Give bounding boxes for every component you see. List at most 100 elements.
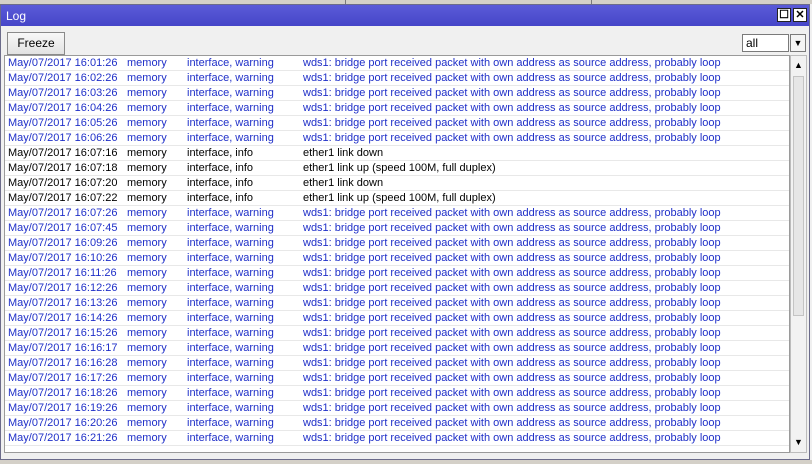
log-topics: interface, warning xyxy=(187,357,274,369)
log-row[interactable]: May/07/2017 16:07:16 memory interface, inf… xyxy=(5,146,789,161)
log-row[interactable]: May/07/2017 16:06:26 memory interface, war… xyxy=(5,131,789,146)
log-time: May/07/2017 16:15:26 xyxy=(8,327,118,339)
log-message: wds1: bridge port received packet with o… xyxy=(303,72,721,84)
close-icon[interactable]: ✕ xyxy=(793,8,807,22)
log-row[interactable]: May/07/2017 16:14:26 memory interface, war… xyxy=(5,311,789,326)
log-message: ether1 link down xyxy=(303,177,384,189)
log-row[interactable]: May/07/2017 16:04:26 memory interface, war… xyxy=(5,101,789,116)
log-time: May/07/2017 16:17:26 xyxy=(8,372,118,384)
log-topics: interface, warning xyxy=(187,72,274,84)
log-buffer: memory xyxy=(127,162,167,174)
log-time: May/07/2017 16:20:26 xyxy=(8,417,118,429)
log-buffer: memory xyxy=(127,252,167,264)
log-topics: interface, warning xyxy=(187,297,274,309)
log-time: May/07/2017 16:04:26 xyxy=(8,102,118,114)
log-row[interactable]: May/07/2017 16:07:20 memory interface, inf… xyxy=(5,176,789,191)
log-topics: interface, info xyxy=(187,177,254,189)
log-time: May/07/2017 16:02:26 xyxy=(8,72,118,84)
title-bar[interactable]: Log ☐ ✕ xyxy=(1,5,809,26)
filter-select[interactable]: all xyxy=(742,34,789,52)
log-message: wds1: bridge port received packet with o… xyxy=(303,387,721,399)
log-row[interactable]: May/07/2017 16:19:26 memory interface, war… xyxy=(5,401,789,416)
log-buffer: memory xyxy=(127,417,167,429)
background-window-strip-bottom xyxy=(0,460,812,464)
log-row[interactable]: May/07/2017 16:11:26 memory interface, war… xyxy=(5,266,789,281)
log-buffer: memory xyxy=(127,327,167,339)
log-list[interactable]: May/07/2017 16:01:26 memory interface, war… xyxy=(4,55,790,453)
log-time: May/07/2017 16:11:26 xyxy=(8,267,117,279)
log-buffer: memory xyxy=(127,57,167,69)
log-message: wds1: bridge port received packet with o… xyxy=(303,327,721,339)
log-time: May/07/2017 16:06:26 xyxy=(8,132,118,144)
scrollbar-thumb[interactable] xyxy=(793,76,804,316)
log-buffer: memory xyxy=(127,282,167,294)
log-time: May/07/2017 16:10:26 xyxy=(8,252,118,264)
log-message: ether1 link up (speed 100M, full duplex) xyxy=(303,162,496,174)
log-topics: interface, info xyxy=(187,147,254,159)
log-buffer: memory xyxy=(127,147,167,159)
log-topics: interface, warning xyxy=(187,252,274,264)
log-buffer: memory xyxy=(127,207,167,219)
log-row[interactable]: May/07/2017 16:01:26 memory interface, war… xyxy=(5,56,789,71)
log-message: wds1: bridge port received packet with o… xyxy=(303,282,721,294)
log-topics: interface, info xyxy=(187,192,254,204)
log-buffer: memory xyxy=(127,72,167,84)
log-row[interactable]: May/07/2017 16:21:26 memory interface, war… xyxy=(5,431,789,446)
log-topics: interface, warning xyxy=(187,402,274,414)
log-message: ether1 link up (speed 100M, full duplex) xyxy=(303,192,496,204)
log-row[interactable]: May/07/2017 16:12:26 memory interface, war… xyxy=(5,281,789,296)
maximize-icon[interactable]: ☐ xyxy=(777,8,791,22)
scroll-down-icon[interactable]: ▼ xyxy=(792,435,805,450)
log-message: wds1: bridge port received packet with o… xyxy=(303,222,721,234)
log-topics: interface, warning xyxy=(187,207,274,219)
log-row[interactable]: May/07/2017 16:07:45 memory interface, war… xyxy=(5,221,789,236)
freeze-button[interactable]: Freeze xyxy=(7,32,65,55)
log-row[interactable]: May/07/2017 16:05:26 memory interface, war… xyxy=(5,116,789,131)
log-message: wds1: bridge port received packet with o… xyxy=(303,57,721,69)
log-buffer: memory xyxy=(127,222,167,234)
log-topics: interface, info xyxy=(187,162,254,174)
log-message: wds1: bridge port received packet with o… xyxy=(303,267,721,279)
log-buffer: memory xyxy=(127,297,167,309)
log-time: May/07/2017 16:01:26 xyxy=(8,57,118,69)
log-time: May/07/2017 16:16:28 xyxy=(8,357,118,369)
log-row[interactable]: May/07/2017 16:20:26 memory interface, war… xyxy=(5,416,789,431)
log-row[interactable]: May/07/2017 16:17:26 memory interface, war… xyxy=(5,371,789,386)
log-buffer: memory xyxy=(127,237,167,249)
chevron-down-icon[interactable]: ▼ xyxy=(790,34,806,52)
log-message: wds1: bridge port received packet with o… xyxy=(303,372,721,384)
log-row[interactable]: May/07/2017 16:07:22 memory interface, inf… xyxy=(5,191,789,206)
log-row[interactable]: May/07/2017 16:02:26 memory interface, war… xyxy=(5,71,789,86)
log-message: wds1: bridge port received packet with o… xyxy=(303,432,721,444)
log-buffer: memory xyxy=(127,117,167,129)
log-row[interactable]: May/07/2017 16:09:26 memory interface, war… xyxy=(5,236,789,251)
vertical-scrollbar[interactable]: ▲ ▼ xyxy=(790,55,807,453)
log-time: May/07/2017 16:07:26 xyxy=(8,207,118,219)
scroll-up-icon[interactable]: ▲ xyxy=(792,58,805,73)
log-row[interactable]: May/07/2017 16:18:26 memory interface, war… xyxy=(5,386,789,401)
log-topics: interface, warning xyxy=(187,312,274,324)
log-row[interactable]: May/07/2017 16:07:26 memory interface, war… xyxy=(5,206,789,221)
log-buffer: memory xyxy=(127,342,167,354)
log-row[interactable]: May/07/2017 16:16:28 memory interface, war… xyxy=(5,356,789,371)
log-topics: interface, warning xyxy=(187,57,274,69)
log-row[interactable]: May/07/2017 16:07:18 memory interface, inf… xyxy=(5,161,789,176)
log-message: ether1 link down xyxy=(303,147,384,159)
log-message: wds1: bridge port received packet with o… xyxy=(303,117,721,129)
log-topics: interface, warning xyxy=(187,222,274,234)
log-time: May/07/2017 16:09:26 xyxy=(8,237,118,249)
log-message: wds1: bridge port received packet with o… xyxy=(303,417,721,429)
log-time: May/07/2017 16:03:26 xyxy=(8,87,118,99)
log-row[interactable]: May/07/2017 16:13:26 memory interface, war… xyxy=(5,296,789,311)
log-topics: interface, warning xyxy=(187,267,274,279)
log-buffer: memory xyxy=(127,312,167,324)
log-row[interactable]: May/07/2017 16:03:26 memory interface, war… xyxy=(5,86,789,101)
log-message: wds1: bridge port received packet with o… xyxy=(303,357,721,369)
log-buffer: memory xyxy=(127,357,167,369)
log-row[interactable]: May/07/2017 16:10:26 memory interface, war… xyxy=(5,251,789,266)
log-message: wds1: bridge port received packet with o… xyxy=(303,207,721,219)
log-row[interactable]: May/07/2017 16:15:26 memory interface, war… xyxy=(5,326,789,341)
log-buffer: memory xyxy=(127,387,167,399)
log-row[interactable]: May/07/2017 16:16:17 memory interface, war… xyxy=(5,341,789,356)
log-topics: interface, warning xyxy=(187,372,274,384)
